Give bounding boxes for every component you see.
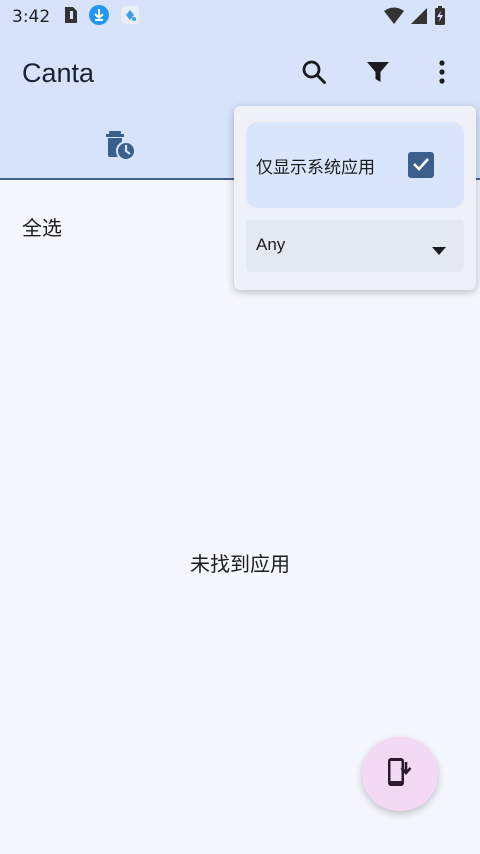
- tab-uninstalled-history[interactable]: [0, 116, 240, 178]
- app-title: Canta: [22, 58, 95, 88]
- system-apps-only-checkbox[interactable]: [408, 152, 434, 178]
- cellular-signal-icon: [410, 7, 428, 29]
- uninstalled-history-icon: [104, 129, 136, 165]
- status-bar: 3:42: [0, 0, 480, 34]
- install-app-fab[interactable]: [362, 737, 438, 811]
- empty-state-message: 未找到应用: [190, 552, 290, 576]
- more-options-button[interactable]: [426, 58, 458, 90]
- system-apps-only-label: 仅显示系统应用: [256, 158, 375, 178]
- dropdown-arrow-icon: [432, 240, 446, 259]
- install-to-phone-icon: [387, 757, 413, 791]
- app-bar: Canta: [0, 34, 480, 116]
- check-icon: [412, 156, 430, 175]
- download-icon: [88, 4, 110, 30]
- search-icon: [301, 59, 327, 89]
- status-time: 3:42: [12, 7, 51, 27]
- filter-icon: [366, 61, 390, 87]
- search-button[interactable]: [298, 58, 330, 90]
- sim-card-icon: [64, 6, 78, 28]
- select-all-toggle[interactable]: 全选: [22, 212, 62, 241]
- app-type-select-value: Any: [256, 235, 286, 254]
- status-left-icons: [64, 4, 140, 30]
- app-type-select[interactable]: Any: [246, 220, 464, 272]
- status-right-icons: [384, 6, 446, 30]
- filter-menu: 仅显示系统应用 Any: [234, 106, 476, 290]
- system-apps-only-option[interactable]: 仅显示系统应用: [246, 122, 464, 208]
- more-vertical-icon: [438, 60, 446, 88]
- app-notification-icon: [120, 5, 140, 29]
- filter-button[interactable]: [362, 58, 394, 90]
- battery-charging-icon: [434, 6, 446, 30]
- wifi-icon: [384, 7, 404, 29]
